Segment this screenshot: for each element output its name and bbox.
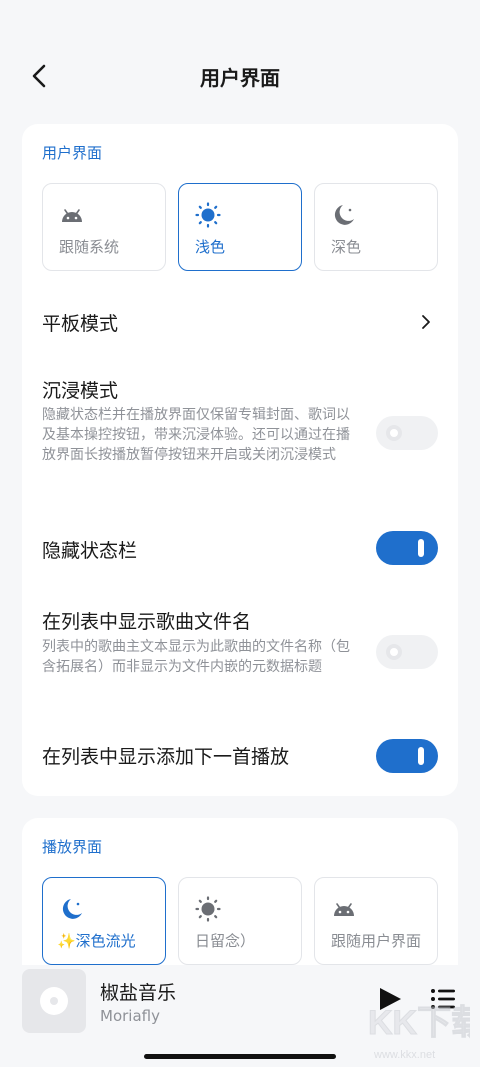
- show-filename-title: 在列表中显示歌曲文件名: [42, 611, 252, 633]
- theme-option-follow-system[interactable]: 跟随系统: [42, 183, 166, 271]
- site-watermark: KK下载 www.kkx.net: [368, 1004, 471, 1062]
- show-filename-toggle[interactable]: [376, 635, 438, 669]
- tablet-mode-title[interactable]: 平板模式: [42, 309, 118, 336]
- immersive-mode-title: 沉浸模式: [42, 380, 119, 402]
- player-theme-selector: ✨深色流光 日留念） 跟随用户界面: [42, 877, 438, 965]
- immersive-mode-toggle[interactable]: [376, 416, 438, 450]
- moon-icon: [334, 205, 354, 225]
- immersive-mode-description: 隐藏状态栏并在播放界面仅保留专辑封面、歌词以及基本操控按钮，带来沉浸体验。还可以…: [42, 407, 350, 463]
- theme-option-label: 浅色: [195, 238, 226, 256]
- hide-status-bar-title: 隐藏状态栏: [42, 540, 138, 562]
- sun-icon: [195, 896, 221, 922]
- theme-option-label: 跟随用户界面: [331, 932, 422, 950]
- watermark-url: www.kkx.net: [373, 1049, 435, 1061]
- player-theme-dark-flow[interactable]: ✨深色流光: [42, 877, 166, 965]
- toggle-knob: [386, 644, 402, 660]
- album-cover[interactable]: [22, 969, 86, 1033]
- page-title: 用户界面: [200, 66, 280, 90]
- hide-status-bar-toggle[interactable]: [376, 531, 438, 565]
- chevron-right-icon[interactable]: [418, 314, 434, 330]
- ui-settings-card: 用户界面 跟随系统 浅色 深色 平板模式 沉浸模式 隐藏状态栏并在播放界面仅保留…: [22, 124, 458, 796]
- android-icon: [334, 903, 354, 916]
- theme-option-label: 日留念）: [195, 932, 256, 950]
- watermark-text: KK下载: [368, 1004, 470, 1042]
- sun-icon: [195, 202, 221, 228]
- show-add-next-title: 在列表中显示添加下一首播放: [42, 746, 290, 768]
- ui-theme-selector: 跟随系统 浅色 深色: [42, 183, 438, 271]
- moon-icon: [62, 899, 82, 919]
- song-title: 椒盐音乐: [100, 982, 177, 1004]
- top-bar: 用户界面: [0, 0, 480, 120]
- show-filename-description: 列表中的歌曲主文本显示为此歌曲的文件名称（包含拓展名）而非显示为文件内嵌的元数据…: [42, 639, 350, 675]
- home-indicator[interactable]: [144, 1054, 336, 1059]
- section-label-ui: 用户界面: [42, 144, 103, 162]
- show-add-next-toggle[interactable]: [376, 739, 438, 773]
- section-label-player: 播放界面: [42, 838, 103, 856]
- player-theme-light[interactable]: 日留念）: [178, 877, 302, 965]
- disc-icon: [40, 987, 68, 1015]
- theme-option-light[interactable]: 浅色: [178, 183, 302, 271]
- theme-option-label: 跟随系统: [59, 238, 120, 256]
- player-theme-follow-ui[interactable]: 跟随用户界面: [314, 877, 438, 965]
- theme-option-label: ✨深色流光: [57, 932, 136, 950]
- toggle-knob: [418, 747, 424, 765]
- toggle-knob: [418, 539, 424, 557]
- theme-option-dark[interactable]: 深色: [314, 183, 438, 271]
- song-artist: Moriafly: [100, 1007, 160, 1025]
- toggle-knob: [386, 425, 402, 441]
- android-icon: [62, 209, 82, 222]
- theme-option-label: 深色: [331, 238, 362, 256]
